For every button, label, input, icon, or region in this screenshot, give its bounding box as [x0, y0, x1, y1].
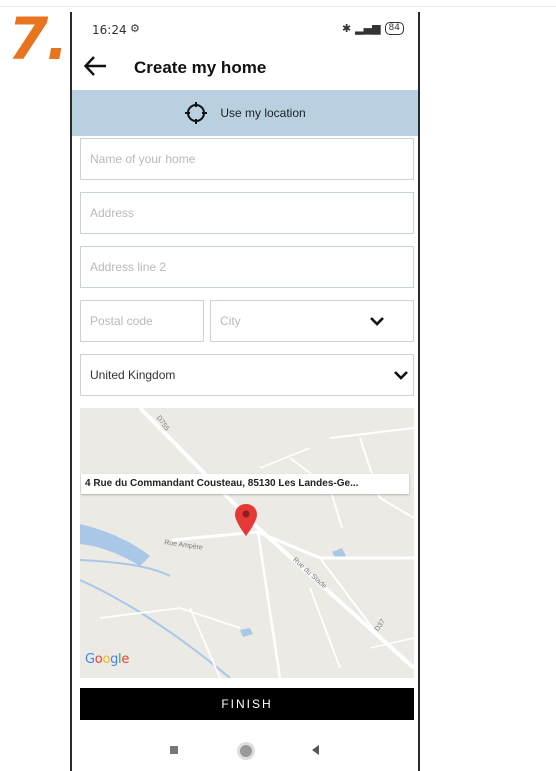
location-map[interactable]: D755 Rue Ampère Rue du Stade D37 4 Rue d…: [80, 408, 414, 678]
address-line-2-placeholder: Address line 2: [90, 260, 167, 274]
step-number: 7.: [8, 5, 68, 73]
status-icons: ✱ ▂▄▆ 84: [342, 22, 404, 35]
battery-indicator: 84: [384, 22, 404, 35]
address-line-2-field[interactable]: Address line 2: [80, 246, 414, 288]
city-select[interactable]: City: [210, 300, 414, 342]
android-nav-bar: [72, 730, 418, 771]
use-my-location-button[interactable]: Use my location: [72, 90, 418, 136]
chevron-down-icon: [370, 317, 384, 326]
address-callout: 4 Rue du Commandant Cousteau, 85130 Les …: [81, 474, 409, 494]
address-placeholder: Address: [90, 206, 135, 220]
postal-code-placeholder: Postal code: [90, 314, 153, 328]
recents-icon[interactable]: [170, 746, 178, 754]
home-name-field[interactable]: Name of your home: [80, 138, 414, 180]
crosshair-icon: [185, 102, 208, 124]
page-title: Create my home: [134, 58, 267, 77]
bluetooth-icon: ✱: [341, 22, 352, 35]
map-pin-icon[interactable]: [234, 503, 258, 537]
status-time: 16:24: [92, 23, 127, 37]
settings-gear-icon: ⚙: [130, 22, 140, 35]
country-value: United Kingdom: [90, 368, 176, 382]
map-roads: [80, 408, 414, 678]
home-name-placeholder: Name of your home: [90, 152, 196, 166]
home-icon[interactable]: [237, 742, 255, 760]
back-arrow-icon[interactable]: [82, 52, 110, 80]
finish-button[interactable]: FINISH: [80, 688, 414, 720]
app-header: Create my home: [72, 48, 418, 90]
country-select[interactable]: United Kingdom: [80, 354, 414, 396]
back-triangle-icon[interactable]: [312, 745, 319, 755]
use-my-location-label: Use my location: [220, 106, 306, 120]
signal-icon: ▂▄▆: [355, 22, 381, 35]
google-logo: Google: [85, 652, 130, 667]
chevron-down-icon: [394, 371, 408, 380]
city-placeholder: City: [220, 314, 241, 328]
address-field[interactable]: Address: [80, 192, 414, 234]
page-top-rule: [0, 6, 556, 7]
postal-code-field[interactable]: Postal code: [80, 300, 204, 342]
finish-button-label: FINISH: [221, 697, 273, 711]
phone-screen: 16:24 ⚙ ✱ ▂▄▆ 84 Create my home Use my l…: [70, 12, 420, 771]
status-bar: 16:24 ⚙ ✱ ▂▄▆ 84: [72, 12, 418, 46]
